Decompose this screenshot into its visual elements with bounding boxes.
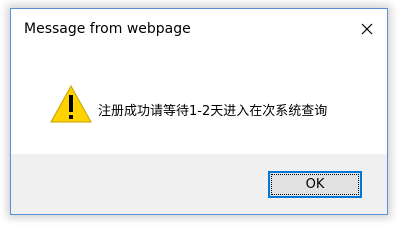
dialog-footer: OK bbox=[11, 154, 387, 214]
ok-button[interactable]: OK bbox=[268, 171, 362, 198]
dialog-content: 注册成功请等待1-2天进入在次系统查询 bbox=[11, 49, 387, 154]
close-icon bbox=[361, 23, 373, 35]
dialog-title: Message from webpage bbox=[24, 21, 191, 37]
close-button[interactable] bbox=[347, 9, 387, 49]
message-dialog: Message from webpage 注册成功请等待1-2天进入在次系统查询… bbox=[10, 8, 388, 215]
page: Message from webpage 注册成功请等待1-2天进入在次系统查询… bbox=[0, 0, 409, 243]
dialog-message: 注册成功请等待1-2天进入在次系统查询 bbox=[98, 104, 328, 119]
warning-icon bbox=[50, 85, 92, 123]
dialog-titlebar: Message from webpage bbox=[11, 9, 387, 49]
